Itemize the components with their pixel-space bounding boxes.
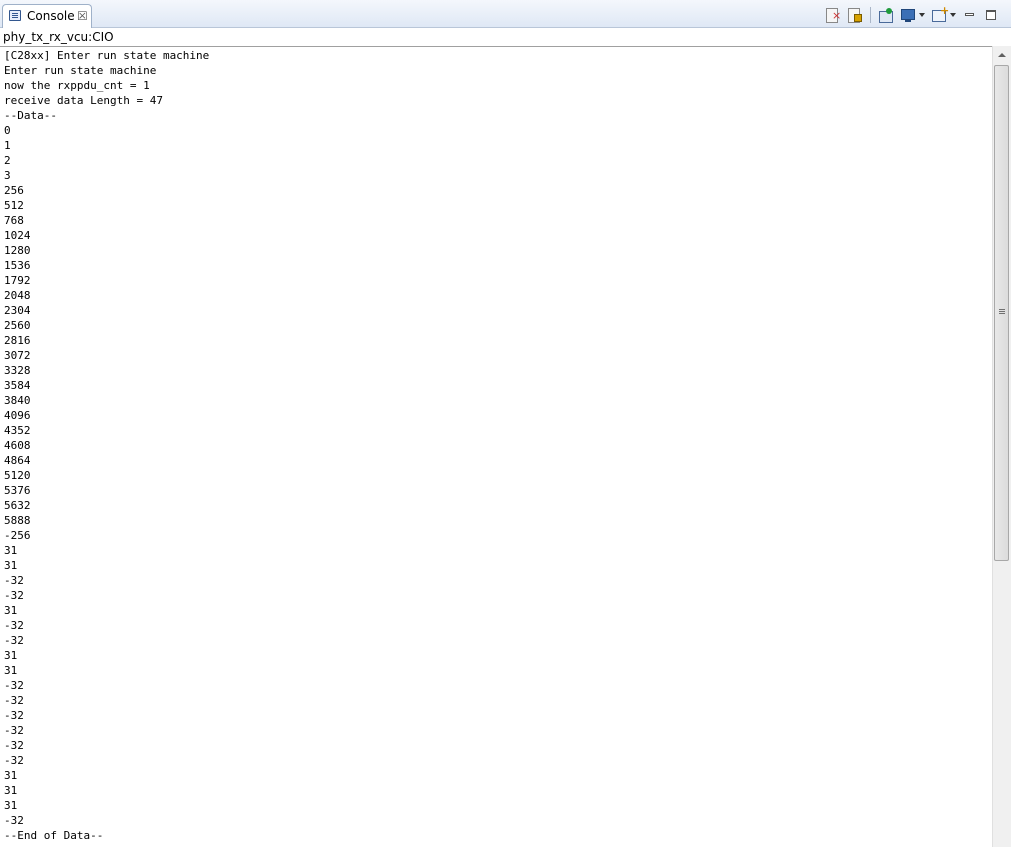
console-line: -32 (4, 739, 24, 752)
console-line: 4352 (4, 424, 31, 437)
console-line: -32 (4, 574, 24, 587)
console-line: -32 (4, 724, 24, 737)
console-toolbar (820, 5, 1001, 24)
console-line: 3840 (4, 394, 31, 407)
console-line: 0 (4, 124, 11, 137)
console-line: 31 (4, 544, 18, 557)
console-line: 512 (4, 199, 24, 212)
new-console-dropdown-icon[interactable] (949, 7, 957, 23)
console-line: 1536 (4, 259, 31, 272)
console-line: Enter run state machine (4, 64, 157, 77)
console-line: 3328 (4, 364, 31, 377)
console-line: 31 (4, 664, 18, 677)
console-line: 2 (4, 154, 11, 167)
console-line: 3584 (4, 379, 31, 392)
console-line: --End of Data-- (4, 829, 104, 842)
console-line: 1024 (4, 229, 31, 242)
console-line: 31 (4, 559, 18, 572)
minimize-icon[interactable] (961, 7, 979, 23)
console-lines: [C28xx] Enter run state machine Enter run… (4, 48, 209, 843)
toolbar-separator (870, 7, 871, 23)
console-line: 1280 (4, 244, 31, 257)
scroll-lock-icon[interactable] (846, 7, 864, 23)
console-output[interactable]: [C28xx] Enter run state machine Enter run… (0, 46, 992, 847)
vertical-scrollbar[interactable] (992, 46, 1011, 847)
console-line: 5376 (4, 484, 31, 497)
console-line: 256 (4, 184, 24, 197)
console-line: [C28xx] Enter run state machine (4, 49, 210, 62)
console-line: -32 (4, 814, 24, 827)
clear-console-icon[interactable] (824, 7, 842, 23)
process-label: phy_tx_rx_vcu:CIO (3, 30, 114, 44)
console-line: -32 (4, 619, 24, 632)
scroll-thumb[interactable] (994, 65, 1009, 561)
console-line: 5888 (4, 514, 31, 527)
console-line: 3072 (4, 349, 31, 362)
scroll-up-arrow-icon[interactable] (993, 46, 1011, 63)
console-line: 2304 (4, 304, 31, 317)
console-view: Console ☒ phy_tx_rx_vcu:CIO [C28xx] Ente… (0, 0, 1011, 847)
display-console-dropdown-icon[interactable] (918, 7, 926, 23)
console-icon (9, 10, 21, 21)
console-line: -32 (4, 679, 24, 692)
new-console-icon[interactable] (930, 5, 949, 23)
maximize-icon[interactable] (983, 7, 1001, 23)
tab-console-label: Console (27, 9, 75, 23)
console-line: 3 (4, 169, 11, 182)
console-line: 5120 (4, 469, 31, 482)
console-line: -32 (4, 589, 24, 602)
console-line: 2048 (4, 289, 31, 302)
console-line: -32 (4, 709, 24, 722)
console-line: 4864 (4, 454, 31, 467)
console-line: receive data Length = 47 (4, 94, 163, 107)
display-console-icon[interactable] (899, 7, 917, 23)
console-line: 1 (4, 139, 11, 152)
console-line: 31 (4, 604, 18, 617)
console-line: 768 (4, 214, 24, 227)
console-line: -256 (4, 529, 31, 542)
console-line: -32 (4, 694, 24, 707)
console-line: 4608 (4, 439, 31, 452)
pin-console-icon[interactable] (877, 7, 895, 23)
console-line: -32 (4, 634, 24, 647)
console-line: 2560 (4, 319, 31, 332)
console-line: 31 (4, 769, 18, 782)
grip-icon (999, 309, 1005, 310)
console-line: 31 (4, 649, 18, 662)
close-icon[interactable]: ☒ (77, 9, 88, 23)
console-line: 1792 (4, 274, 31, 287)
tab-console[interactable]: Console ☒ (2, 4, 92, 28)
console-line: 31 (4, 799, 18, 812)
console-line: -32 (4, 754, 24, 767)
console-line: 4096 (4, 409, 31, 422)
console-line: --Data-- (4, 109, 57, 122)
console-line: 31 (4, 784, 18, 797)
console-line: 5632 (4, 499, 31, 512)
console-line: 2816 (4, 334, 31, 347)
view-tab-bar: Console ☒ (0, 0, 1011, 28)
console-line: now the rxppdu_cnt = 1 (4, 79, 150, 92)
